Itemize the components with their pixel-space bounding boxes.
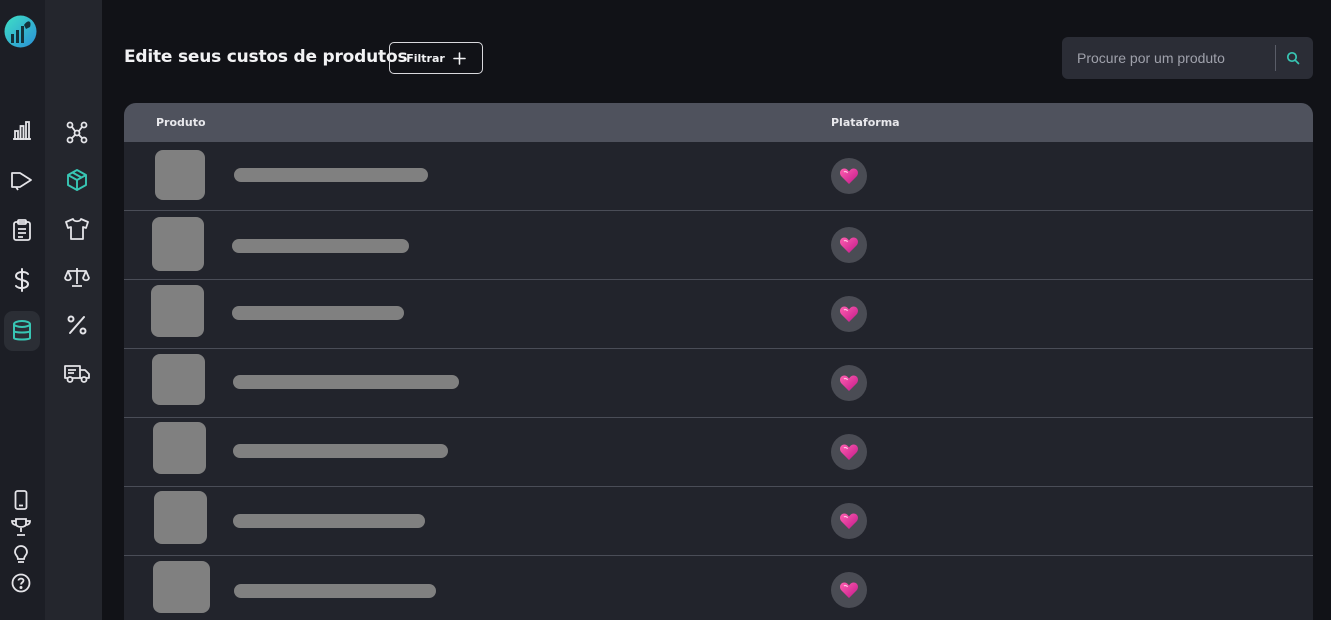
sidebar-item-help[interactable] xyxy=(10,572,32,594)
page-title: Edite seus custos de produtos xyxy=(124,47,408,67)
product-name-placeholder xyxy=(232,306,404,320)
table-row[interactable] xyxy=(124,280,1313,349)
dollar-icon xyxy=(13,268,31,292)
table-row[interactable] xyxy=(124,349,1313,418)
plus-icon xyxy=(452,51,466,65)
subnav-item-shipping[interactable] xyxy=(63,359,91,387)
product-name-placeholder xyxy=(233,444,448,458)
subnav-item-taxes[interactable] xyxy=(63,263,91,291)
product-thumbnail-placeholder xyxy=(152,354,205,405)
product-name-placeholder xyxy=(234,168,428,182)
heart-platform-icon xyxy=(839,512,859,530)
product-thumbnail-placeholder xyxy=(153,422,206,474)
truck-icon xyxy=(64,362,90,384)
table-row[interactable] xyxy=(124,487,1313,556)
heart-platform-icon xyxy=(839,443,859,461)
network-icon xyxy=(65,120,89,144)
smartphone-icon xyxy=(14,490,28,510)
scale-icon xyxy=(64,266,90,288)
platform-badge xyxy=(831,434,867,470)
table-row[interactable] xyxy=(124,418,1313,487)
column-header-platform: Plataforma xyxy=(831,116,900,129)
sidebar-item-data[interactable] xyxy=(4,311,40,351)
products-table: Produto Plataforma xyxy=(124,103,1313,620)
search-icon[interactable] xyxy=(1286,51,1300,65)
product-thumbnail-placeholder xyxy=(153,561,210,613)
heart-platform-icon xyxy=(839,167,859,185)
product-name-placeholder xyxy=(233,514,425,528)
sidebar-item-achievements[interactable] xyxy=(10,516,32,538)
help-icon xyxy=(11,573,31,593)
table-row[interactable] xyxy=(124,142,1313,211)
platform-badge xyxy=(831,503,867,539)
platform-badge xyxy=(831,296,867,332)
company-logo[interactable] xyxy=(4,15,37,48)
platform-badge xyxy=(831,365,867,401)
percent-icon xyxy=(66,314,88,336)
search-divider xyxy=(1275,45,1276,71)
subnav-item-fees[interactable] xyxy=(63,311,91,339)
filter-button[interactable]: Filtrar xyxy=(389,42,483,74)
subnav-item-variants[interactable] xyxy=(63,215,91,243)
sidebar-item-dashboard[interactable] xyxy=(4,110,40,150)
box-icon xyxy=(65,168,89,192)
secondary-sidebar xyxy=(45,0,102,620)
sidebar-item-finance[interactable] xyxy=(4,260,40,300)
platform-badge xyxy=(831,158,867,194)
database-icon xyxy=(11,319,33,343)
sidebar-item-marketing[interactable] xyxy=(4,160,40,200)
lightbulb-icon xyxy=(13,545,29,565)
heart-platform-icon xyxy=(839,581,859,599)
product-name-placeholder xyxy=(233,375,459,389)
product-thumbnail-placeholder xyxy=(154,491,207,544)
shirt-icon xyxy=(64,218,90,240)
platform-badge xyxy=(831,572,867,608)
subnav-item-products[interactable] xyxy=(63,166,91,194)
sidebar-item-reports[interactable] xyxy=(4,210,40,250)
search-input[interactable] xyxy=(1062,37,1274,79)
product-thumbnail-placeholder xyxy=(151,285,204,337)
primary-sidebar xyxy=(0,0,45,620)
heart-platform-icon xyxy=(839,305,859,323)
subnav-item-integrations[interactable] xyxy=(63,118,91,146)
megaphone-icon xyxy=(10,169,34,191)
heart-platform-icon xyxy=(839,236,859,254)
table-row[interactable] xyxy=(124,556,1313,620)
table-row[interactable] xyxy=(124,211,1313,280)
column-header-product: Produto xyxy=(156,116,206,129)
product-thumbnail-placeholder xyxy=(155,150,205,200)
product-name-placeholder xyxy=(232,239,409,253)
trophy-icon xyxy=(11,518,31,536)
bar-chart-icon xyxy=(11,119,33,141)
sidebar-item-mobile[interactable] xyxy=(10,489,32,511)
table-header: Produto Plataforma xyxy=(124,103,1313,142)
sidebar-item-ideas[interactable] xyxy=(10,544,32,566)
main-content: Edite seus custos de produtos Filtrar Pr… xyxy=(102,0,1331,620)
product-name-placeholder xyxy=(234,584,436,598)
clipboard-icon xyxy=(12,219,32,241)
filter-button-label: Filtrar xyxy=(406,51,445,65)
product-thumbnail-placeholder xyxy=(152,217,204,271)
platform-badge xyxy=(831,227,867,263)
search-box xyxy=(1062,37,1313,79)
heart-platform-icon xyxy=(839,374,859,392)
